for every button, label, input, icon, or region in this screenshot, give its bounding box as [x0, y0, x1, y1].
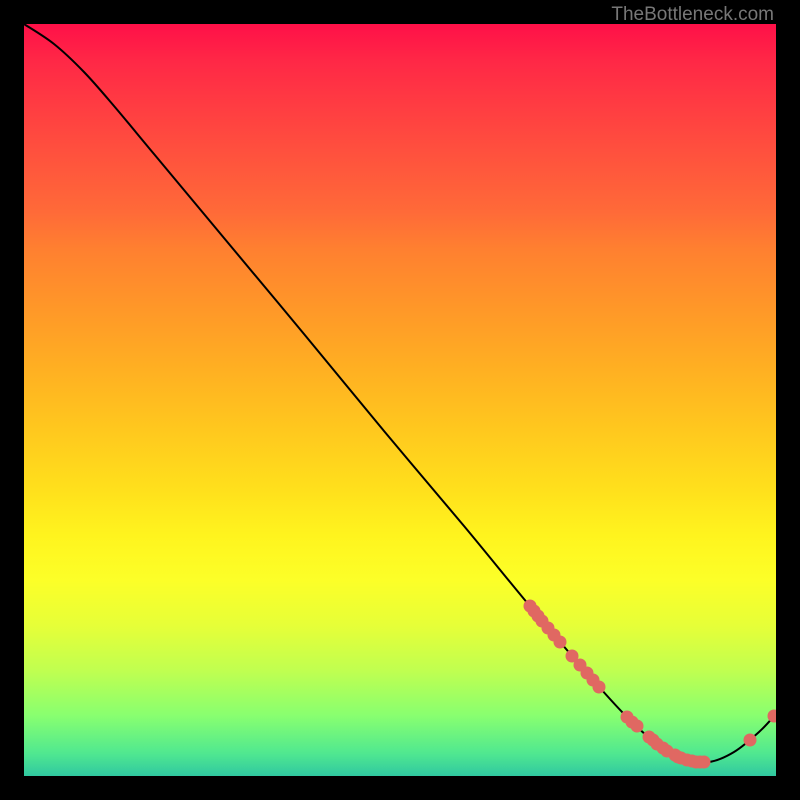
watermark-text: TheBottleneck.com — [611, 4, 774, 26]
plot-gradient-background — [24, 24, 776, 776]
chart-container: TheBottleneck.com — [0, 0, 800, 800]
